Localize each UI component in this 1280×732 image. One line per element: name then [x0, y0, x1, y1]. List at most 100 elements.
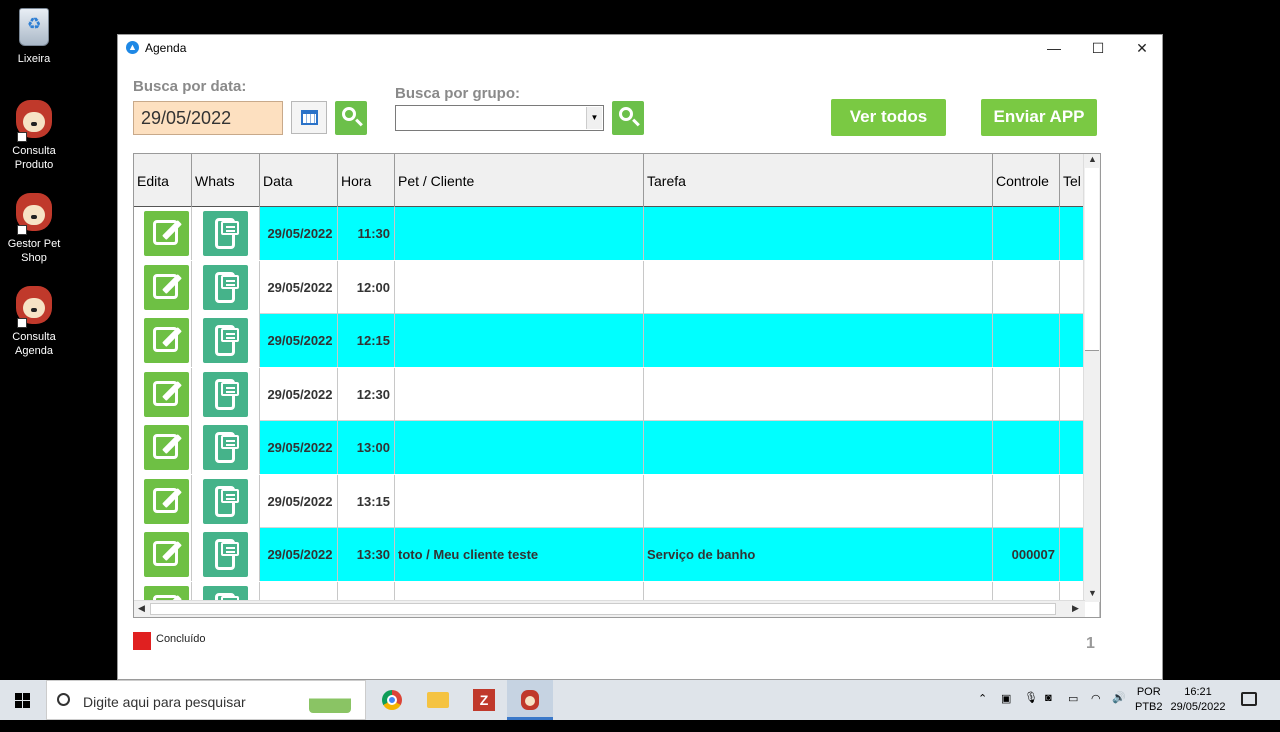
- table-row[interactable]: 29/05/2022 13:30 toto / Meu cliente teste S…: [134, 528, 1100, 581]
- edit-cell: [134, 421, 192, 474]
- agenda-grid: Edita Whats Data Hora Pet / Cliente Tare…: [133, 153, 1101, 618]
- app-icon: ▲: [126, 41, 139, 54]
- pet-shop-dog-icon: [521, 690, 539, 710]
- column-header-controle[interactable]: Controle: [993, 154, 1060, 207]
- table-row[interactable]: 29/05/2022 11:30: [134, 207, 1100, 260]
- column-header-pet-cliente[interactable]: Pet / Cliente: [395, 154, 644, 207]
- cell-pet-cliente: toto / Meu cliente teste: [395, 528, 644, 581]
- taskbar-pet-shop-app[interactable]: [507, 680, 553, 720]
- whats-cell: [192, 207, 260, 260]
- table-row[interactable]: 29/05/2022 12:15: [134, 314, 1100, 367]
- edit-button[interactable]: [144, 425, 189, 470]
- input-language[interactable]: POR PTB2: [1135, 685, 1163, 715]
- search-icon: [342, 107, 356, 121]
- minimize-button[interactable]: —: [1032, 35, 1076, 61]
- taskbar-chrome[interactable]: [369, 680, 415, 720]
- taskbar-filezilla[interactable]: Z: [461, 680, 507, 720]
- column-header-edita[interactable]: Edita: [134, 154, 192, 207]
- date-search-field[interactable]: 29/05/2022: [133, 101, 283, 135]
- scroll-up-arrow-icon[interactable]: ▲: [1088, 154, 1097, 164]
- cell-tarefa: [644, 260, 993, 314]
- edit-button[interactable]: [144, 532, 189, 577]
- taskbar-search-box[interactable]: Digite aqui para pesquisar: [46, 680, 366, 720]
- column-header-hora[interactable]: Hora: [338, 154, 395, 207]
- table-row[interactable]: 29/05/2022 13:15: [134, 474, 1100, 528]
- vertical-scroll-thumb[interactable]: [1085, 168, 1099, 351]
- whatsapp-message-button[interactable]: [203, 532, 248, 577]
- cell-controle: [993, 367, 1060, 421]
- cell-pet-cliente: [395, 314, 644, 367]
- whatsapp-message-button[interactable]: [203, 425, 248, 470]
- file-explorer-icon: [427, 692, 449, 708]
- taskbar-clock[interactable]: 16:21 29/05/2022: [1162, 685, 1234, 715]
- date-search-button[interactable]: [335, 101, 367, 135]
- edit-cell: [134, 207, 192, 260]
- desktop-icon-consulta-agenda[interactable]: Consulta Agenda: [4, 286, 64, 358]
- volume-icon[interactable]: 🔊: [1112, 691, 1126, 731]
- cell-hora: 12:00: [338, 260, 395, 314]
- webcam-icon[interactable]: ◙: [1045, 692, 1052, 732]
- edit-cell: [134, 260, 192, 314]
- clock-date: 29/05/2022: [1170, 701, 1226, 713]
- close-button[interactable]: ✕: [1120, 35, 1164, 61]
- whats-cell: [192, 528, 260, 581]
- chat-bubble-icon: [221, 274, 239, 289]
- horizontal-scroll-thumb[interactable]: [150, 603, 1056, 615]
- chat-bubble-icon: [221, 542, 239, 556]
- recycle-bin-icon: [19, 8, 49, 46]
- meet-now-icon[interactable]: ▣: [1001, 692, 1011, 732]
- desktop-icon-label: Consulta Agenda: [12, 331, 56, 357]
- calendar-button[interactable]: [291, 101, 327, 134]
- dropdown-arrow-icon[interactable]: ▼: [586, 107, 602, 129]
- taskbar-file-explorer[interactable]: [415, 680, 461, 720]
- scroll-left-arrow-icon[interactable]: ◀: [138, 603, 145, 614]
- edit-button[interactable]: [144, 211, 189, 256]
- group-search-label: Busca por grupo:: [395, 85, 521, 102]
- microphone-icon[interactable]: 🎙: [1024, 691, 1038, 731]
- cell-pet-cliente: [395, 367, 644, 421]
- maximize-button[interactable]: ☐: [1076, 35, 1120, 61]
- scroll-right-arrow-icon[interactable]: ▶: [1072, 603, 1079, 614]
- cell-controle: [993, 260, 1060, 314]
- table-row[interactable]: 29/05/2022 12:30: [134, 367, 1100, 421]
- vertical-scrollbar[interactable]: ▲ ▼: [1083, 154, 1100, 602]
- network-icon[interactable]: ◠: [1091, 692, 1101, 732]
- battery-icon[interactable]: ▭: [1068, 692, 1078, 732]
- table-row[interactable]: 29/05/2022 12:00: [134, 260, 1100, 314]
- desktop-icon-consulta-produto[interactable]: Consulta Produto: [4, 100, 64, 172]
- grid-header: Edita Whats Data Hora Pet / Cliente Tare…: [134, 154, 1085, 207]
- edit-button[interactable]: [144, 318, 189, 363]
- scroll-down-arrow-icon[interactable]: ▼: [1088, 588, 1097, 598]
- column-header-whats[interactable]: Whats: [192, 154, 260, 207]
- enviar-app-button[interactable]: Enviar APP: [981, 99, 1097, 136]
- whatsapp-message-button[interactable]: [203, 211, 248, 256]
- whatsapp-message-button[interactable]: [203, 371, 248, 417]
- search-icon: [619, 107, 633, 121]
- whatsapp-message-button[interactable]: [203, 264, 248, 310]
- cell-pet-cliente: [395, 260, 644, 314]
- edit-button[interactable]: [144, 478, 189, 524]
- edit-button[interactable]: [144, 264, 189, 310]
- cell-data: 29/05/2022: [260, 260, 338, 314]
- column-header-data[interactable]: Data: [260, 154, 338, 207]
- whatsapp-message-button[interactable]: [203, 478, 248, 524]
- search-highlight-icon[interactable]: [309, 689, 351, 713]
- whats-cell: [192, 474, 260, 528]
- group-select[interactable]: ▼: [395, 105, 604, 131]
- edit-button[interactable]: [144, 371, 189, 417]
- shortcut-arrow-icon: [17, 132, 27, 142]
- whatsapp-message-button[interactable]: [203, 318, 248, 363]
- cell-data: 29/05/2022: [260, 367, 338, 421]
- start-button[interactable]: [0, 680, 46, 720]
- group-search-button[interactable]: [612, 101, 644, 135]
- title-bar[interactable]: ▲ Agenda — ☐ ✕: [118, 35, 1162, 61]
- column-header-tarefa[interactable]: Tarefa: [644, 154, 993, 207]
- cell-data: 29/05/2022: [260, 314, 338, 367]
- table-row[interactable]: 29/05/2022 13:00: [134, 421, 1100, 474]
- show-hidden-icons-icon[interactable]: ⌃: [978, 692, 987, 732]
- ver-todos-button[interactable]: Ver todos: [831, 99, 946, 136]
- horizontal-scrollbar[interactable]: ◀ ▶: [134, 600, 1085, 617]
- desktop-icon-lixeira[interactable]: Lixeira: [4, 8, 64, 66]
- desktop-icon-gestor-pet-shop[interactable]: Gestor Pet Shop: [4, 193, 64, 265]
- notification-center-icon[interactable]: [1241, 692, 1257, 706]
